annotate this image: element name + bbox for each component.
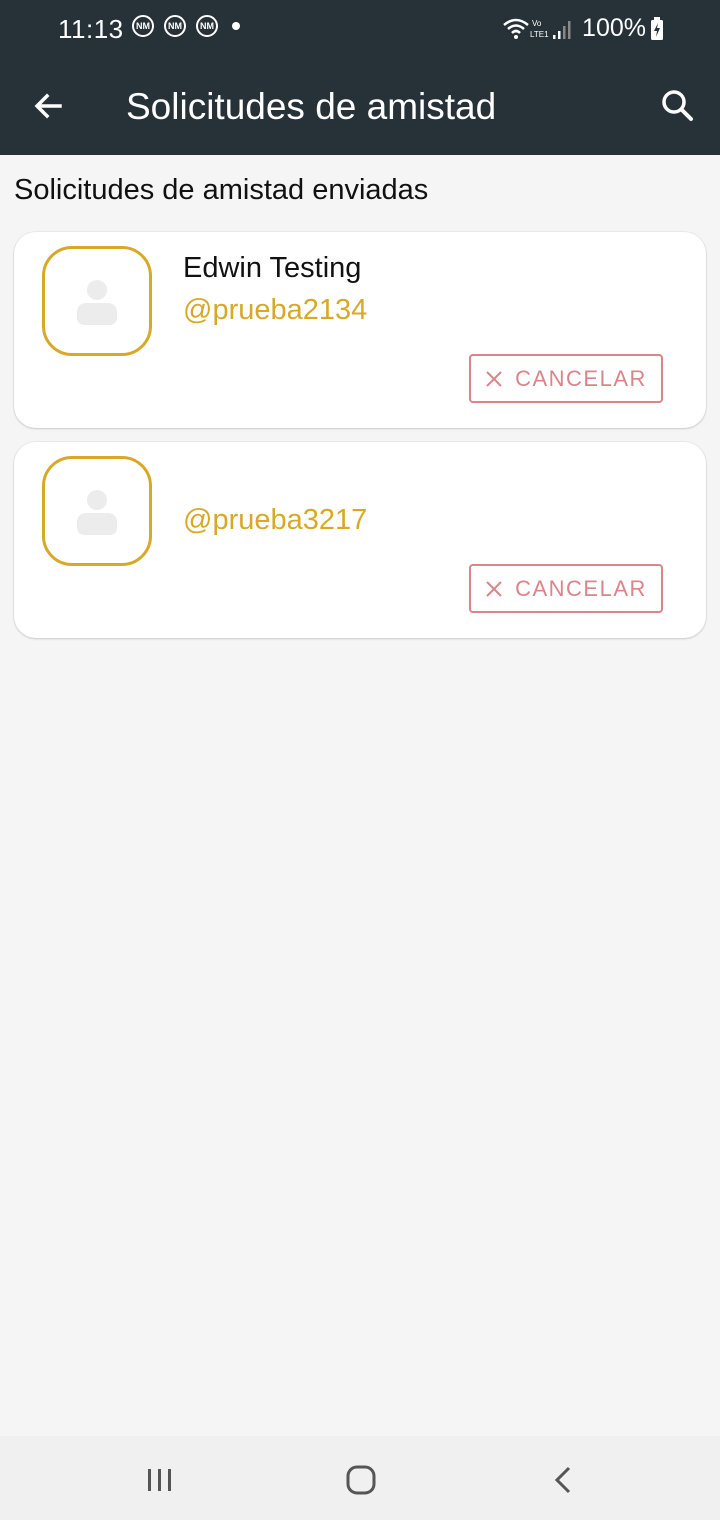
cancel-label: CANCELAR bbox=[515, 365, 647, 391]
search-icon bbox=[662, 90, 693, 121]
more-notifications-dot bbox=[232, 22, 240, 30]
notification-app-icon: NM bbox=[164, 15, 186, 37]
navigation-bar bbox=[0, 1436, 720, 1520]
section-title: Solicitudes de amistad enviadas bbox=[14, 174, 429, 206]
signal-icon bbox=[553, 20, 571, 39]
friend-request-card: Edwin Testing @prueba2134 CANCELAR bbox=[14, 232, 706, 428]
request-name: Edwin Testing bbox=[183, 252, 362, 284]
cancel-label: CANCELAR bbox=[515, 575, 647, 601]
nav-back-icon[interactable] bbox=[551, 1466, 575, 1494]
battery-level: 100% bbox=[582, 14, 646, 42]
status-bar: 11:13 NM NM NM Vo LTE1 100% bbox=[0, 0, 720, 58]
home-icon[interactable] bbox=[345, 1464, 377, 1496]
status-right: Vo LTE1 100% bbox=[502, 14, 664, 43]
close-icon bbox=[486, 580, 502, 597]
user-placeholder-icon bbox=[77, 280, 117, 325]
request-handle: @prueba3217 bbox=[183, 504, 368, 536]
cancel-request-button[interactable]: CANCELAR bbox=[469, 564, 663, 613]
avatar[interactable] bbox=[42, 246, 152, 356]
notification-app-icon: NM bbox=[196, 15, 218, 37]
arrow-back-icon bbox=[34, 93, 62, 119]
notification-icons: NM NM NM bbox=[132, 15, 240, 37]
status-time: 11:13 bbox=[58, 14, 124, 44]
user-placeholder-icon bbox=[77, 490, 117, 535]
battery-charging-icon bbox=[651, 16, 663, 40]
notification-app-icon: NM bbox=[132, 15, 154, 37]
back-button[interactable] bbox=[28, 86, 68, 126]
search-button[interactable] bbox=[658, 86, 698, 126]
volte-icon: Vo LTE1 bbox=[530, 19, 549, 39]
request-handle: @prueba2134 bbox=[183, 294, 368, 326]
page-title: Solicitudes de amistad bbox=[126, 86, 497, 127]
close-icon bbox=[486, 370, 502, 387]
recent-apps-icon[interactable] bbox=[146, 1466, 174, 1494]
cancel-request-button[interactable]: CANCELAR bbox=[469, 354, 663, 403]
avatar[interactable] bbox=[42, 456, 152, 566]
svg-text:LTE1: LTE1 bbox=[530, 30, 549, 39]
friend-request-card: @prueba3217 CANCELAR bbox=[14, 442, 706, 638]
svg-text:Vo: Vo bbox=[532, 19, 542, 28]
wifi-icon bbox=[503, 18, 529, 39]
app-bar: Solicitudes de amistad bbox=[0, 58, 720, 155]
